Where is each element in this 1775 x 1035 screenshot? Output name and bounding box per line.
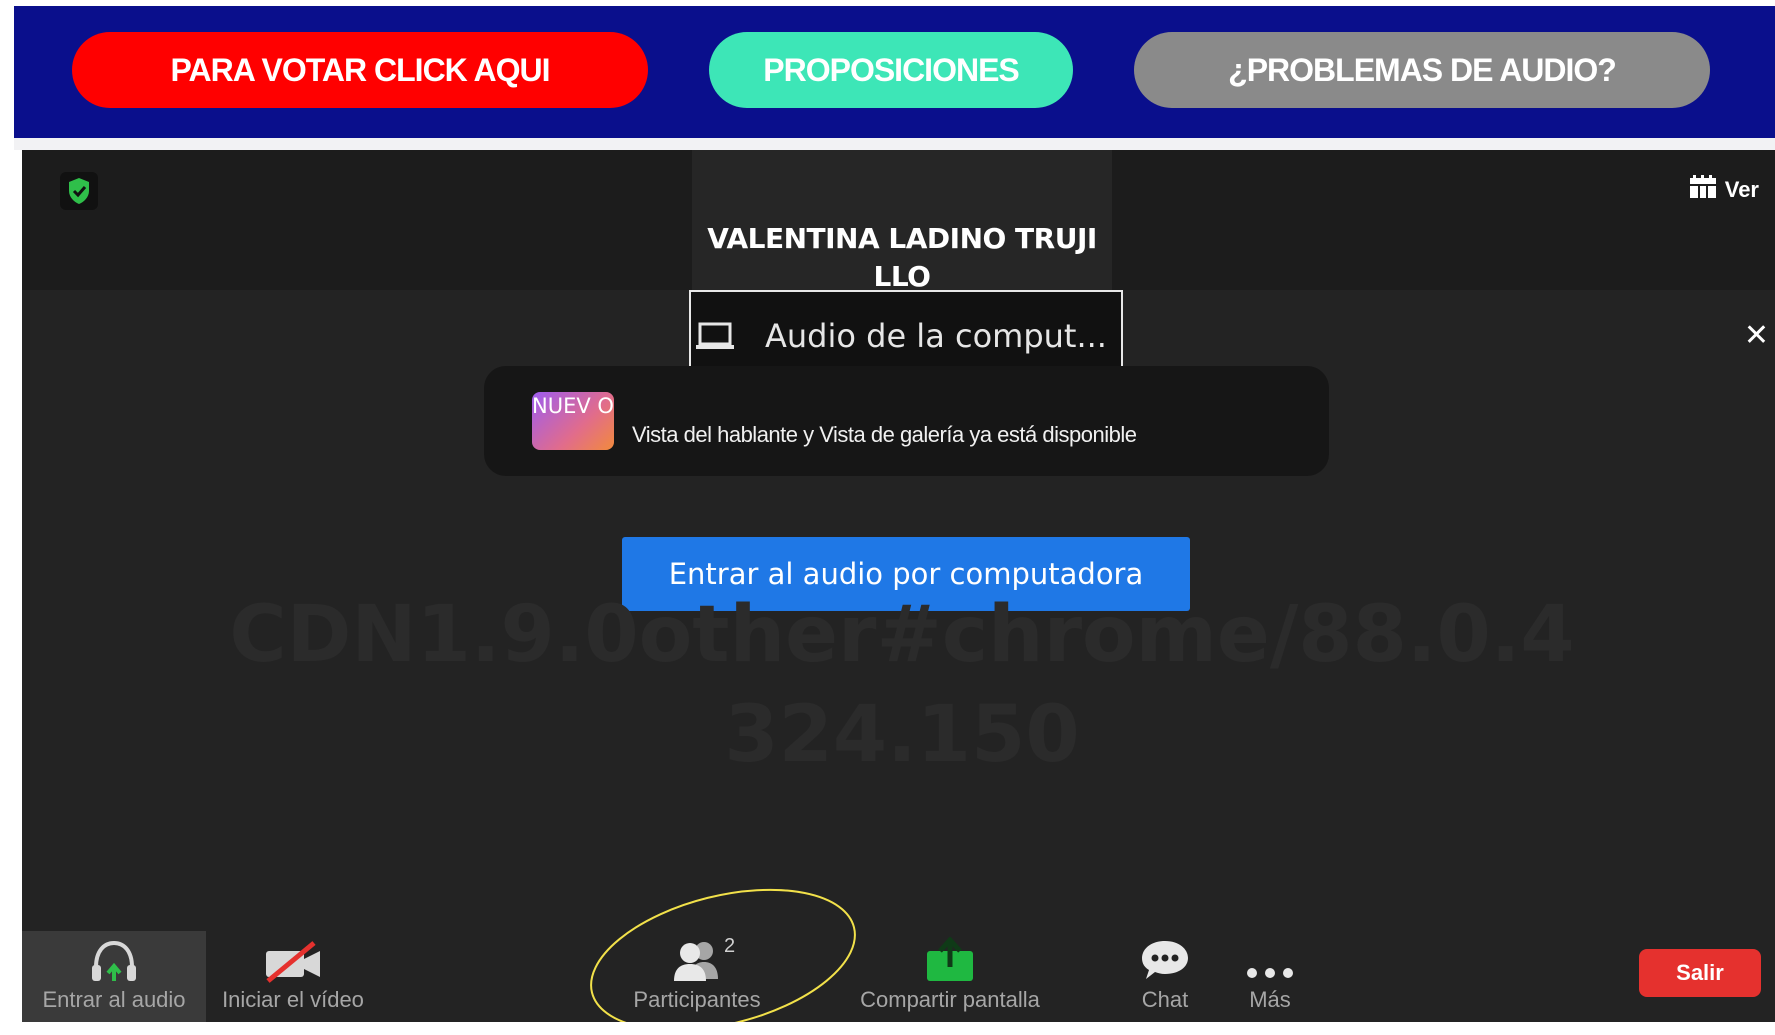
- chat-tool[interactable]: Chat: [1130, 931, 1200, 1022]
- banner-separator: [14, 138, 1775, 150]
- start-video-tool[interactable]: Iniciar el vídeo: [208, 931, 378, 1022]
- participants-label: Participantes: [633, 987, 761, 1012]
- proposals-button[interactable]: PROPOSICIONES: [709, 32, 1073, 108]
- new-badge: NUEV O: [532, 392, 614, 450]
- close-icon[interactable]: ✕: [1744, 318, 1769, 353]
- join-audio-tool[interactable]: Entrar al audio: [22, 931, 206, 1022]
- participant-count: 2: [724, 935, 736, 957]
- vote-button[interactable]: PARA VOTAR CLICK AQUI: [72, 32, 648, 108]
- participants-icon: [668, 931, 726, 983]
- watermark-text: CDN1.9.0other#chrome/88.0.4 324.150: [229, 590, 1575, 780]
- notice-text: Vista del hablante y Vista de galería ya…: [632, 422, 1137, 447]
- top-banner: PARA VOTAR CLICK AQUI PROPOSICIONES ¿PRO…: [14, 6, 1775, 138]
- share-screen-label: Compartir pantalla: [860, 987, 1040, 1012]
- chat-bubble-icon: [1138, 931, 1192, 983]
- calendar-grid-icon: [1689, 175, 1717, 205]
- share-screen-icon: [923, 931, 977, 983]
- share-screen-tool[interactable]: Compartir pantalla: [840, 931, 1060, 1022]
- shield-icon[interactable]: [60, 172, 98, 210]
- new-feature-notice: NUEV O Vista del hablante y Vista de gal…: [484, 366, 1329, 476]
- page-bottom-edge: [0, 1022, 1775, 1035]
- headphones-icon: [88, 931, 140, 983]
- speaker-tile: VALENTINA LADINO TRUJI LLO: [692, 150, 1112, 293]
- laptop-icon: [696, 322, 734, 349]
- view-label: Ver: [1724, 177, 1759, 202]
- more-tool[interactable]: Más: [1240, 931, 1300, 1022]
- meeting-toolbar: Entrar al audio Iniciar el vídeo 2 Parti…: [22, 931, 1775, 1022]
- participants-tool[interactable]: 2 Participantes: [612, 931, 782, 1022]
- meeting-window: Ver VALENTINA LADINO TRUJI LLO Audio de …: [22, 150, 1775, 1022]
- view-button[interactable]: Ver: [1689, 172, 1759, 208]
- speaker-name: VALENTINA LADINO TRUJI LLO: [707, 222, 1097, 293]
- more-label: Más: [1249, 987, 1291, 1012]
- more-dots-icon: [1242, 931, 1298, 983]
- chat-label: Chat: [1141, 987, 1189, 1012]
- audio-tooltip-text: Audio de la comput...: [765, 317, 1107, 355]
- join-audio-label: Entrar al audio: [42, 987, 186, 1012]
- leave-button[interactable]: Salir: [1639, 949, 1761, 997]
- start-video-label: Iniciar el vídeo: [222, 987, 364, 1012]
- audio-problems-button[interactable]: ¿PROBLEMAS DE AUDIO?: [1134, 32, 1710, 108]
- video-off-icon: [262, 931, 324, 983]
